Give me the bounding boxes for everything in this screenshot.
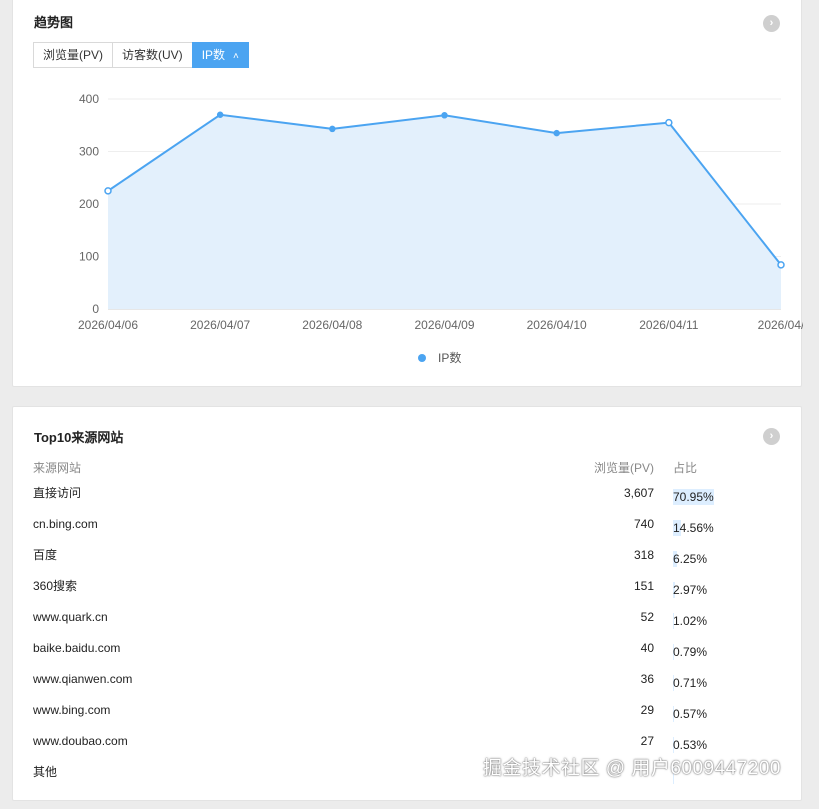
- chart-legend[interactable]: IP数: [418, 349, 461, 366]
- row-pct-text: 0.79%: [673, 644, 708, 659]
- data-point: [329, 125, 336, 133]
- trend-card: 趋势图 › 浏览量(PV) 访客数(UV) IP数 ˄ 0 100 200 300 400…: [12, 0, 803, 387]
- y-tick-label: 200: [79, 197, 99, 211]
- row-site: 360搜索: [33, 579, 78, 593]
- row-pct-text: 0.57%: [673, 706, 708, 721]
- table-row: www.qianwen.com 36 0.71%: [33, 663, 773, 694]
- row-pct: 0.71%: [673, 663, 773, 694]
- legend-dot-icon: [418, 353, 426, 362]
- data-point: [777, 261, 785, 269]
- y-tick-label: 300: [79, 145, 99, 159]
- top10-sources-table: 来源网站 浏览量(PV) 占比 直接访问 3,607 70.95% cn.bing.c…: [33, 457, 773, 787]
- row-pct-text: 0.71%: [673, 675, 708, 690]
- data-point: [104, 187, 112, 195]
- x-tick-label: 2026/04/11: [639, 318, 698, 332]
- row-site: cn.bing.com: [33, 516, 98, 531]
- row-site: www.bing.com: [33, 702, 111, 717]
- row-site: www.doubao.com: [33, 733, 128, 748]
- share-bar: 6.25%: [673, 550, 737, 567]
- row-pv: 40: [640, 640, 654, 655]
- share-bar: 1.02%: [673, 612, 737, 629]
- x-tick-label: 2026/04/07: [190, 318, 250, 332]
- row-site: www.qianwen.com: [33, 671, 133, 686]
- row-pct-text: 0.53%: [673, 737, 708, 752]
- header-pv: 浏览量(PV): [593, 460, 654, 475]
- y-tick-label: 0: [92, 302, 99, 316]
- x-tick-label: 2026/04/08: [302, 318, 362, 332]
- row-pct-text: 70.95%: [673, 489, 714, 504]
- legend-label: IP数: [438, 351, 462, 365]
- table-row: www.doubao.com 27 0.53%: [33, 725, 773, 756]
- header-site: 来源网站: [33, 460, 82, 475]
- table-row: www.bing.com 29 0.57%: [33, 694, 773, 725]
- table-row: baike.baidu.com 40 0.79%: [33, 632, 773, 663]
- table-row: 百度 318 6.25%: [33, 539, 773, 570]
- row-pct: 6.25%: [673, 539, 773, 570]
- top10-title: Top10来源网站: [34, 430, 124, 445]
- data-point: [441, 112, 448, 119]
- share-bar: 0.53%: [673, 736, 737, 753]
- table-row: 360搜索 151 2.97%: [33, 570, 773, 601]
- share-bar: 70.95%: [673, 488, 737, 505]
- row-pct: 0.53%: [673, 725, 773, 756]
- row-site: 直接访问: [33, 486, 82, 500]
- row-pct: 1.02%: [673, 601, 773, 632]
- share-bar: 0.71%: [673, 674, 737, 691]
- table-row: cn.bing.com 740 14.56%: [33, 508, 773, 539]
- table-header-row: 来源网站 浏览量(PV) 占比: [33, 457, 773, 477]
- area-fill: [108, 114, 781, 309]
- row-pv: 318: [633, 547, 654, 562]
- row-site: www.quark.cn: [33, 609, 108, 624]
- row-site: baike.baidu.com: [33, 640, 121, 655]
- top10-more-chevron-right-icon[interactable]: ›: [763, 428, 780, 445]
- table-row: www.quark.cn 52 1.02%: [33, 601, 773, 632]
- row-pct-text: 1.02%: [673, 613, 708, 628]
- row-pct: 70.95%: [673, 477, 773, 508]
- table-row: 直接访问 3,607 70.95%: [33, 477, 773, 508]
- row-pv: 3,607: [623, 485, 654, 500]
- row-pct: 2.97%: [673, 570, 773, 601]
- data-point: [665, 118, 673, 127]
- y-tick-label: 100: [79, 250, 99, 264]
- row-pct: 0.57%: [673, 694, 773, 725]
- row-pv: 27: [640, 733, 654, 748]
- header-pct: 占比: [673, 460, 698, 475]
- row-site: 其他: [33, 765, 58, 779]
- row-pv: 29: [640, 702, 654, 717]
- x-tick-label: 2026/04/09: [414, 318, 474, 332]
- row-pct: 14.56%: [673, 508, 773, 539]
- data-point: [553, 129, 560, 137]
- row-pv: 151: [633, 578, 654, 593]
- share-bar: 14.56%: [673, 519, 737, 536]
- row-pv: 36: [640, 671, 654, 686]
- top10-card: Top10来源网站 › 来源网站 浏览量(PV) 占比 直接访问 3,607 70.…: [12, 406, 802, 801]
- share-bar: 0.57%: [673, 705, 737, 722]
- row-pv: 52: [640, 609, 654, 624]
- x-tick-label: 2026/04/: [758, 318, 803, 332]
- row-site: 百度: [33, 548, 58, 562]
- share-bar: 0.79%: [673, 643, 737, 660]
- ip-trend-chart: 0 100 200 300 400 2026/04/06 2026/04/07 2026/04…: [78, 92, 803, 332]
- row-pct-text: 14.56%: [673, 520, 714, 535]
- data-point: [216, 111, 224, 118]
- watermark: 掘金技术社区 @ 用户6009447200: [482, 758, 781, 779]
- share-bar: 2.97%: [673, 581, 737, 598]
- row-pv: 740: [633, 516, 654, 531]
- row-pct-text: 2.97%: [673, 582, 708, 597]
- row-pct: 0.79%: [673, 632, 773, 663]
- x-tick-label: 2026/04/06: [78, 318, 138, 332]
- y-tick-label: 400: [79, 92, 99, 106]
- row-pct-text: 6.25%: [673, 551, 708, 566]
- x-tick-label: 2026/04/10: [527, 318, 587, 332]
